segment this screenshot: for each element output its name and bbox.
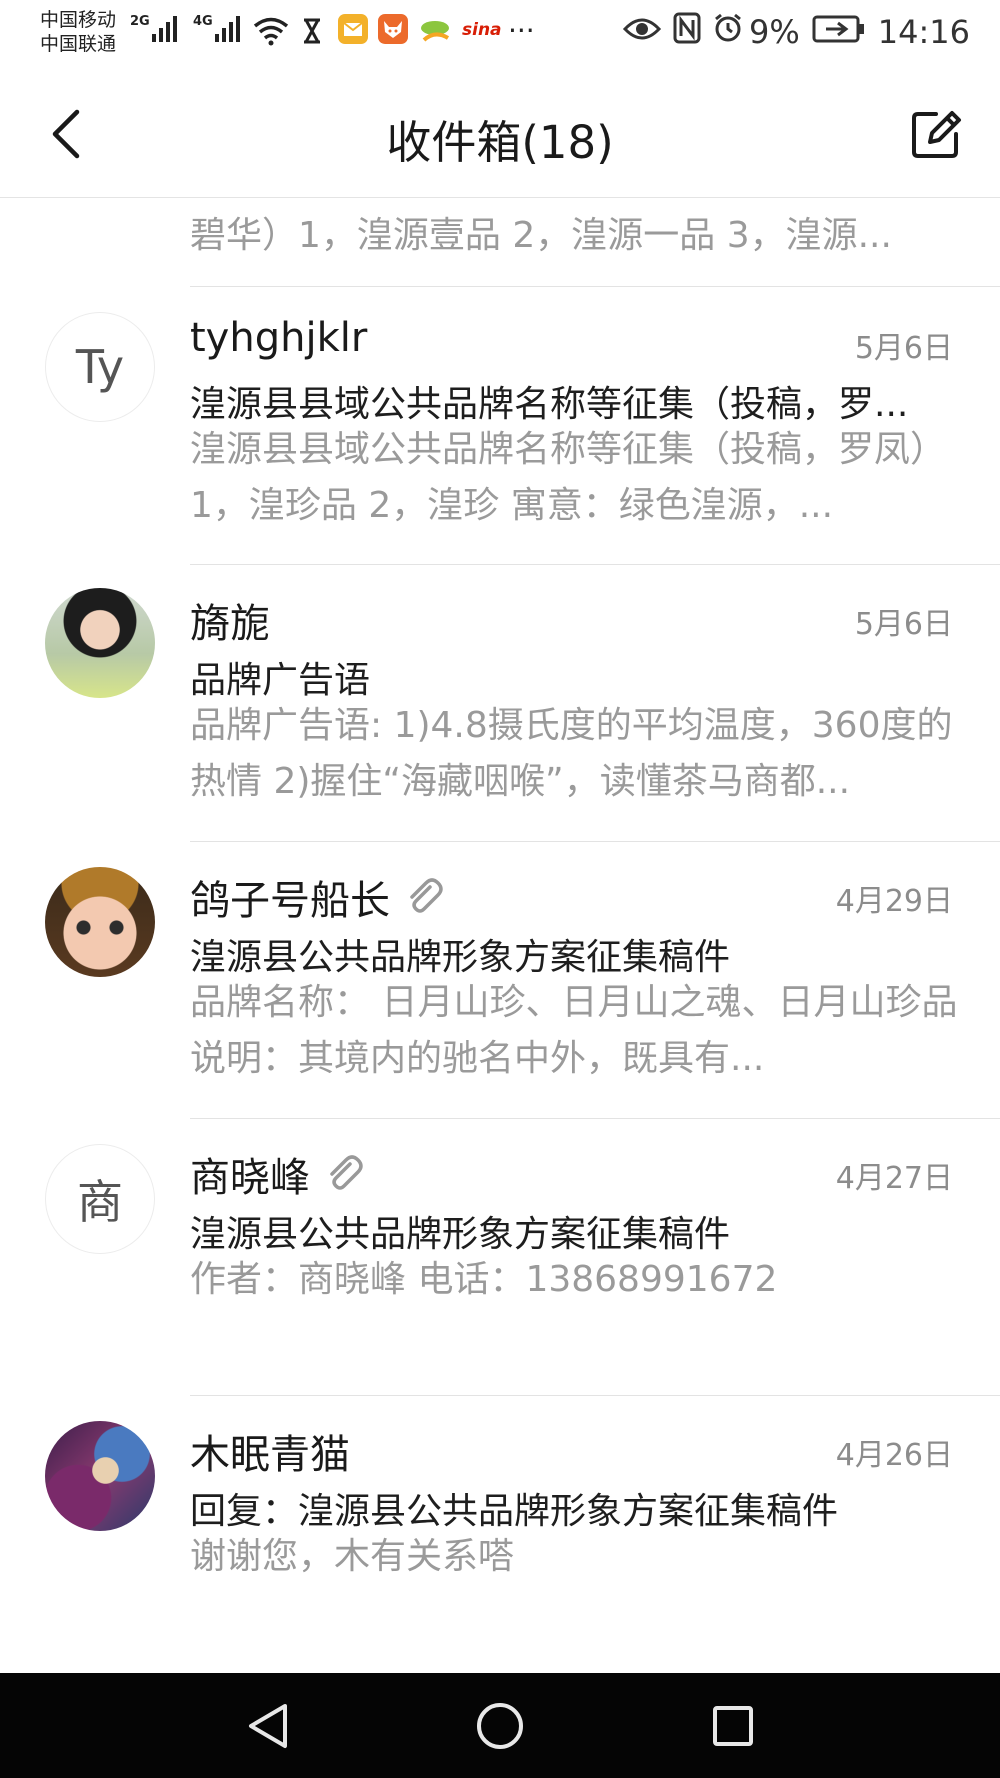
- battery-charging-icon: [812, 13, 866, 51]
- sender-label: 旖旎: [190, 601, 270, 647]
- back-triangle-icon: [248, 1703, 287, 1748]
- mail-subject: 湟源县公共品牌形象方案征集稿件: [190, 937, 731, 978]
- home-circle-icon: [476, 1702, 523, 1749]
- compose-button[interactable]: [906, 104, 966, 164]
- list-item[interactable]: 商 商晓峰 4月27日 湟源县公共品牌形象方案征集稿件 作者：商晓峰 电话：13…: [0, 1119, 1000, 1396]
- mail-preview: 谢谢您，木有关系嗒: [190, 1536, 515, 1577]
- avatar: 商: [45, 1144, 155, 1254]
- sender-name: 木眠青猫: [190, 1422, 350, 1480]
- mail-subject: 湟源县公共品牌形象方案征集稿件: [190, 1214, 731, 1255]
- wheat-app-icon: [418, 16, 452, 46]
- avatar: [45, 588, 155, 698]
- fox-app-icon: [378, 14, 408, 44]
- carrier-labels: 中国移动 中国联通: [40, 8, 116, 56]
- nfc-icon: [673, 12, 701, 52]
- signal-4g-icon: 4G: [193, 14, 240, 42]
- alarm-icon: [713, 13, 743, 51]
- mail-date: 4月29日: [835, 884, 953, 919]
- sender-name: 旖旎: [190, 591, 270, 649]
- hourglass-icon: [302, 18, 322, 44]
- avatar: [45, 867, 155, 977]
- sender-label: tyhghjklr: [190, 315, 368, 361]
- mail-date: 4月26日: [835, 1438, 953, 1473]
- status-right: 9% 14:16: [622, 12, 970, 52]
- sender-label: 商晓峰: [190, 1155, 310, 1201]
- avatar: Ty: [45, 312, 155, 422]
- attachment-icon: [410, 878, 443, 913]
- mail-subject: 湟源县县域公共品牌名称等征集（投稿，罗...: [190, 384, 909, 425]
- mail-preview: 品牌广告语: 1)4.8摄氏度的平均温度，360度的热情 2)握住“海藏咽喉”，…: [190, 705, 953, 802]
- mail-subject: 回复：湟源县公共品牌形象方案征集稿件: [190, 1491, 839, 1532]
- wifi-icon: [252, 16, 290, 46]
- nav-home-button[interactable]: [460, 1686, 540, 1766]
- carrier-1: 中国移动: [40, 9, 117, 31]
- sender-label: 木眠青猫: [190, 1432, 350, 1478]
- mail-preview: 品牌名称： 日月山珍、日月山之魂、日月山珍品 说明：其境内的驰名中外，既具有..…: [190, 982, 958, 1079]
- sender-name: 商晓峰: [190, 1145, 364, 1203]
- page-title: 收件箱(18): [386, 116, 614, 169]
- nav-recents-button[interactable]: [693, 1686, 773, 1766]
- list-item[interactable]: 鸽子号船长 4月29日 湟源县公共品牌形象方案征集稿件 品牌名称： 日月山珍、日…: [0, 842, 1000, 1119]
- list-item[interactable]: 旖旎 5月6日 品牌广告语 品牌广告语: 1)4.8摄氏度的平均温度，360度的…: [0, 565, 1000, 842]
- carrier-2: 中国联通: [40, 33, 117, 55]
- avatar: [45, 1421, 155, 1531]
- signal-2g-icon: 2G: [130, 14, 177, 42]
- list-item[interactable]: Ty tyhghjklr 5月6日 湟源县县域公共品牌名称等征集（投稿，罗...…: [0, 287, 1000, 565]
- clock-time: 14:16: [877, 13, 970, 51]
- system-nav-bar: [0, 1673, 1000, 1778]
- app-header: 收件箱(18): [0, 70, 1000, 198]
- mail-date: 5月6日: [854, 331, 953, 366]
- more-notifications-icon: ···: [508, 14, 535, 47]
- list-item[interactable]: 木眠青猫 4月26日 回复：湟源县公共品牌形象方案征集稿件 谢谢您，木有关系嗒: [0, 1396, 1000, 1673]
- mail-date: 4月27日: [835, 1161, 953, 1196]
- mail-app-icon: [338, 14, 368, 44]
- mail-preview: 作者：商晓峰 电话：13868991672: [190, 1259, 778, 1300]
- sender-name: 鸽子号船长: [190, 868, 444, 926]
- nav-back-button[interactable]: [227, 1686, 307, 1766]
- edit-icon: [912, 111, 961, 158]
- sender-name: tyhghjklr: [190, 315, 367, 361]
- mail-date: 5月6日: [854, 607, 953, 642]
- battery-percent: 9%: [749, 13, 800, 51]
- attachment-icon: [330, 1155, 363, 1190]
- sender-label: 鸽子号船长: [190, 878, 390, 924]
- network-type-1: 2G: [130, 14, 150, 29]
- eye-icon: [622, 13, 662, 51]
- recents-square-icon: [713, 1705, 754, 1746]
- mail-list[interactable]: 碧华）1，湟源壹品 2，湟源一品 3，湟源... Ty tyhghjklr 5月…: [0, 198, 1000, 1673]
- network-type-2: 4G: [193, 14, 213, 29]
- status-bar: 中国移动 中国联通 2G 4G sina ··· 9% 14:16: [0, 0, 1000, 70]
- mail-preview: 碧华）1，湟源壹品 2，湟源一品 3，湟源...: [190, 215, 892, 256]
- mail-subject: 品牌广告语: [190, 660, 371, 701]
- mail-preview: 湟源县县域公共品牌名称等征集（投稿，罗凤）1，湟珍品 2，湟珍 寓意：绿色湟源，…: [190, 429, 947, 526]
- sina-app-icon: sina: [462, 20, 502, 40]
